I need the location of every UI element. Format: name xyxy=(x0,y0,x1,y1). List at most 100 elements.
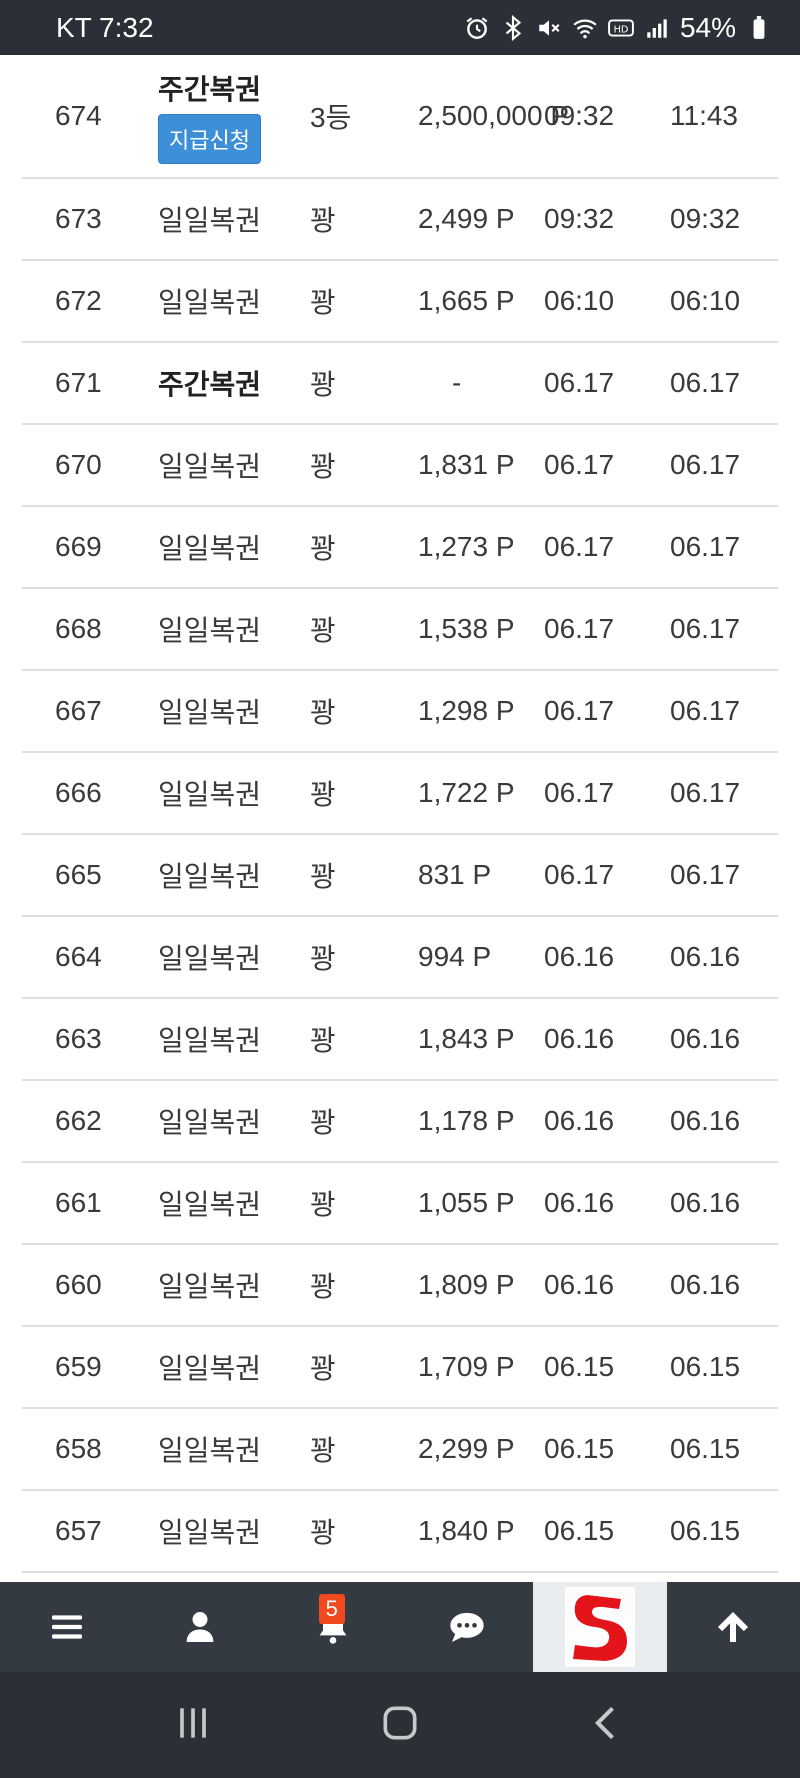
result-time: 06.17 xyxy=(670,859,741,890)
back-button[interactable] xyxy=(585,1701,629,1749)
table-row: 666 일일복권 꽝 1,722 P 06.17 06.17 xyxy=(22,753,778,835)
notifications-button[interactable]: 5 xyxy=(267,1582,400,1672)
table-row: 662 일일복권 꽝 1,178 P 06.16 06.16 xyxy=(22,1081,778,1163)
row-number: 662 xyxy=(55,1105,102,1136)
prize-points: 1,840 P xyxy=(418,1515,515,1546)
prize-points: 1,178 P xyxy=(418,1105,515,1136)
lottery-type-label: 일일복권 xyxy=(158,287,262,318)
draw-time: 06.17 xyxy=(544,613,615,644)
home-button[interactable] xyxy=(378,1701,422,1749)
table-row: 672 일일복권 꽝 1,665 P 06:10 06:10 xyxy=(22,261,778,343)
row-number: 669 xyxy=(55,531,102,562)
bottom-app-bar: 5 xyxy=(0,1582,800,1672)
lottery-type-label: 일일복권 xyxy=(158,451,262,482)
prize-rank: 꽝 xyxy=(310,1107,336,1138)
result-time: 06.16 xyxy=(670,1023,741,1054)
status-bar: KT 7:32 HD 54% xyxy=(0,0,800,55)
alarm-icon xyxy=(464,15,490,41)
lottery-type: 일일복권 xyxy=(158,1327,261,1407)
lottery-type: 일일복권 xyxy=(158,1163,261,1243)
site-logo-button[interactable] xyxy=(533,1582,667,1672)
lottery-type-label: 일일복권 xyxy=(158,779,262,810)
result-time: 06.16 xyxy=(670,1105,741,1136)
prize-rank: 꽝 xyxy=(310,287,336,318)
lottery-type-label: 일일복권 xyxy=(158,533,262,564)
row-number: 664 xyxy=(55,941,102,972)
battery-percent: 54% xyxy=(679,11,736,43)
draw-time: 06.16 xyxy=(544,1269,615,1300)
chat-button[interactable] xyxy=(400,1582,533,1672)
result-time: 06.16 xyxy=(670,1187,741,1218)
status-icons: HD 54% xyxy=(464,12,772,44)
profile-button[interactable] xyxy=(133,1582,266,1672)
row-number: 658 xyxy=(55,1433,102,1464)
prize-rank: 꽝 xyxy=(310,533,336,564)
prize-points: 994 P xyxy=(418,941,492,972)
draw-time: 06.17 xyxy=(544,695,615,726)
back-icon xyxy=(594,1706,614,1740)
recent-apps-button[interactable] xyxy=(171,1701,215,1749)
bluetooth-icon xyxy=(500,14,526,41)
notification-badge: 5 xyxy=(318,1594,345,1624)
menu-button[interactable] xyxy=(0,1582,133,1672)
row-number: 672 xyxy=(55,285,102,316)
draw-time: 06.16 xyxy=(544,1187,615,1218)
lottery-type: 일일복권 xyxy=(158,835,261,915)
prize-points: 1,722 P xyxy=(418,777,515,808)
lottery-type-label: 일일복권 xyxy=(158,1435,262,1466)
prize-points: 1,831 P xyxy=(418,449,515,480)
prize-rank: 꽝 xyxy=(310,1435,336,1466)
claim-payment-button[interactable]: 지급신청 xyxy=(158,114,261,164)
arrow-up-icon xyxy=(718,1612,749,1642)
table-row: 669 일일복권 꽝 1,273 P 06.17 06.17 xyxy=(22,507,778,589)
prize-rank: 꽝 xyxy=(310,1517,336,1548)
table-row: 665 일일복권 꽝 831 P 06.17 06.17 xyxy=(22,835,778,917)
prize-points: 2,499 P xyxy=(418,203,515,234)
lottery-type: 일일복권 xyxy=(158,425,261,505)
lottery-type-label: 일일복권 xyxy=(158,1271,262,1302)
scroll-top-button[interactable] xyxy=(667,1582,800,1672)
table-row: 660 일일복권 꽝 1,809 P 06.16 06.16 xyxy=(22,1245,778,1327)
prize-points: 1,809 P xyxy=(418,1269,515,1300)
prize-rank: 꽝 xyxy=(310,615,336,646)
lottery-type: 주간복권 xyxy=(158,343,261,423)
table-row: 667 일일복권 꽝 1,298 P 06.17 06.17 xyxy=(22,671,778,753)
lottery-type: 일일복권 xyxy=(158,261,261,341)
prize-points: 831 P xyxy=(418,859,492,890)
prize-rank: 꽝 xyxy=(310,369,336,400)
lottery-type-label: 일일복권 xyxy=(158,861,262,892)
signal-icon xyxy=(644,15,670,41)
table-row: 668 일일복권 꽝 1,538 P 06.17 06.17 xyxy=(22,589,778,671)
result-time: 06.15 xyxy=(670,1351,741,1382)
prize-points: 2,299 P xyxy=(418,1433,515,1464)
result-time: 06.17 xyxy=(670,777,741,808)
lottery-type-label: 일일복권 xyxy=(158,1025,262,1056)
prize-points: - xyxy=(452,367,462,398)
row-number: 671 xyxy=(55,367,102,398)
row-number: 670 xyxy=(55,449,102,480)
battery-icon xyxy=(746,15,772,41)
wifi-icon xyxy=(572,15,598,41)
row-number: 663 xyxy=(55,1023,102,1054)
draw-time: 06.17 xyxy=(544,777,615,808)
result-time: 06.15 xyxy=(670,1433,741,1464)
lottery-type: 일일복권 xyxy=(158,917,261,997)
result-time: 06.17 xyxy=(670,695,741,726)
prize-rank: 꽝 xyxy=(310,1271,336,1302)
lottery-type: 일일복권 xyxy=(158,753,261,833)
lottery-type-label: 일일복권 xyxy=(158,697,262,728)
draw-time: 06.15 xyxy=(544,1433,615,1464)
prize-rank: 꽝 xyxy=(310,779,336,810)
lottery-type-label: 일일복권 xyxy=(158,615,262,646)
result-time: 06.17 xyxy=(670,531,741,562)
draw-time: 06.17 xyxy=(544,449,615,480)
table-row: 671 주간복권 꽝 - 06.17 06.17 xyxy=(22,343,778,425)
recent-apps-icon xyxy=(180,1708,207,1738)
table-row: 657 일일복권 꽝 1,840 P 06.15 06.15 xyxy=(22,1491,778,1573)
draw-time: 06.15 xyxy=(544,1515,615,1546)
result-time: 06.15 xyxy=(670,1515,741,1546)
system-navigation-bar xyxy=(0,1672,800,1778)
prize-rank: 꽝 xyxy=(310,1025,336,1056)
lottery-type: 일일복권 xyxy=(158,671,261,751)
chat-icon xyxy=(449,1612,484,1642)
